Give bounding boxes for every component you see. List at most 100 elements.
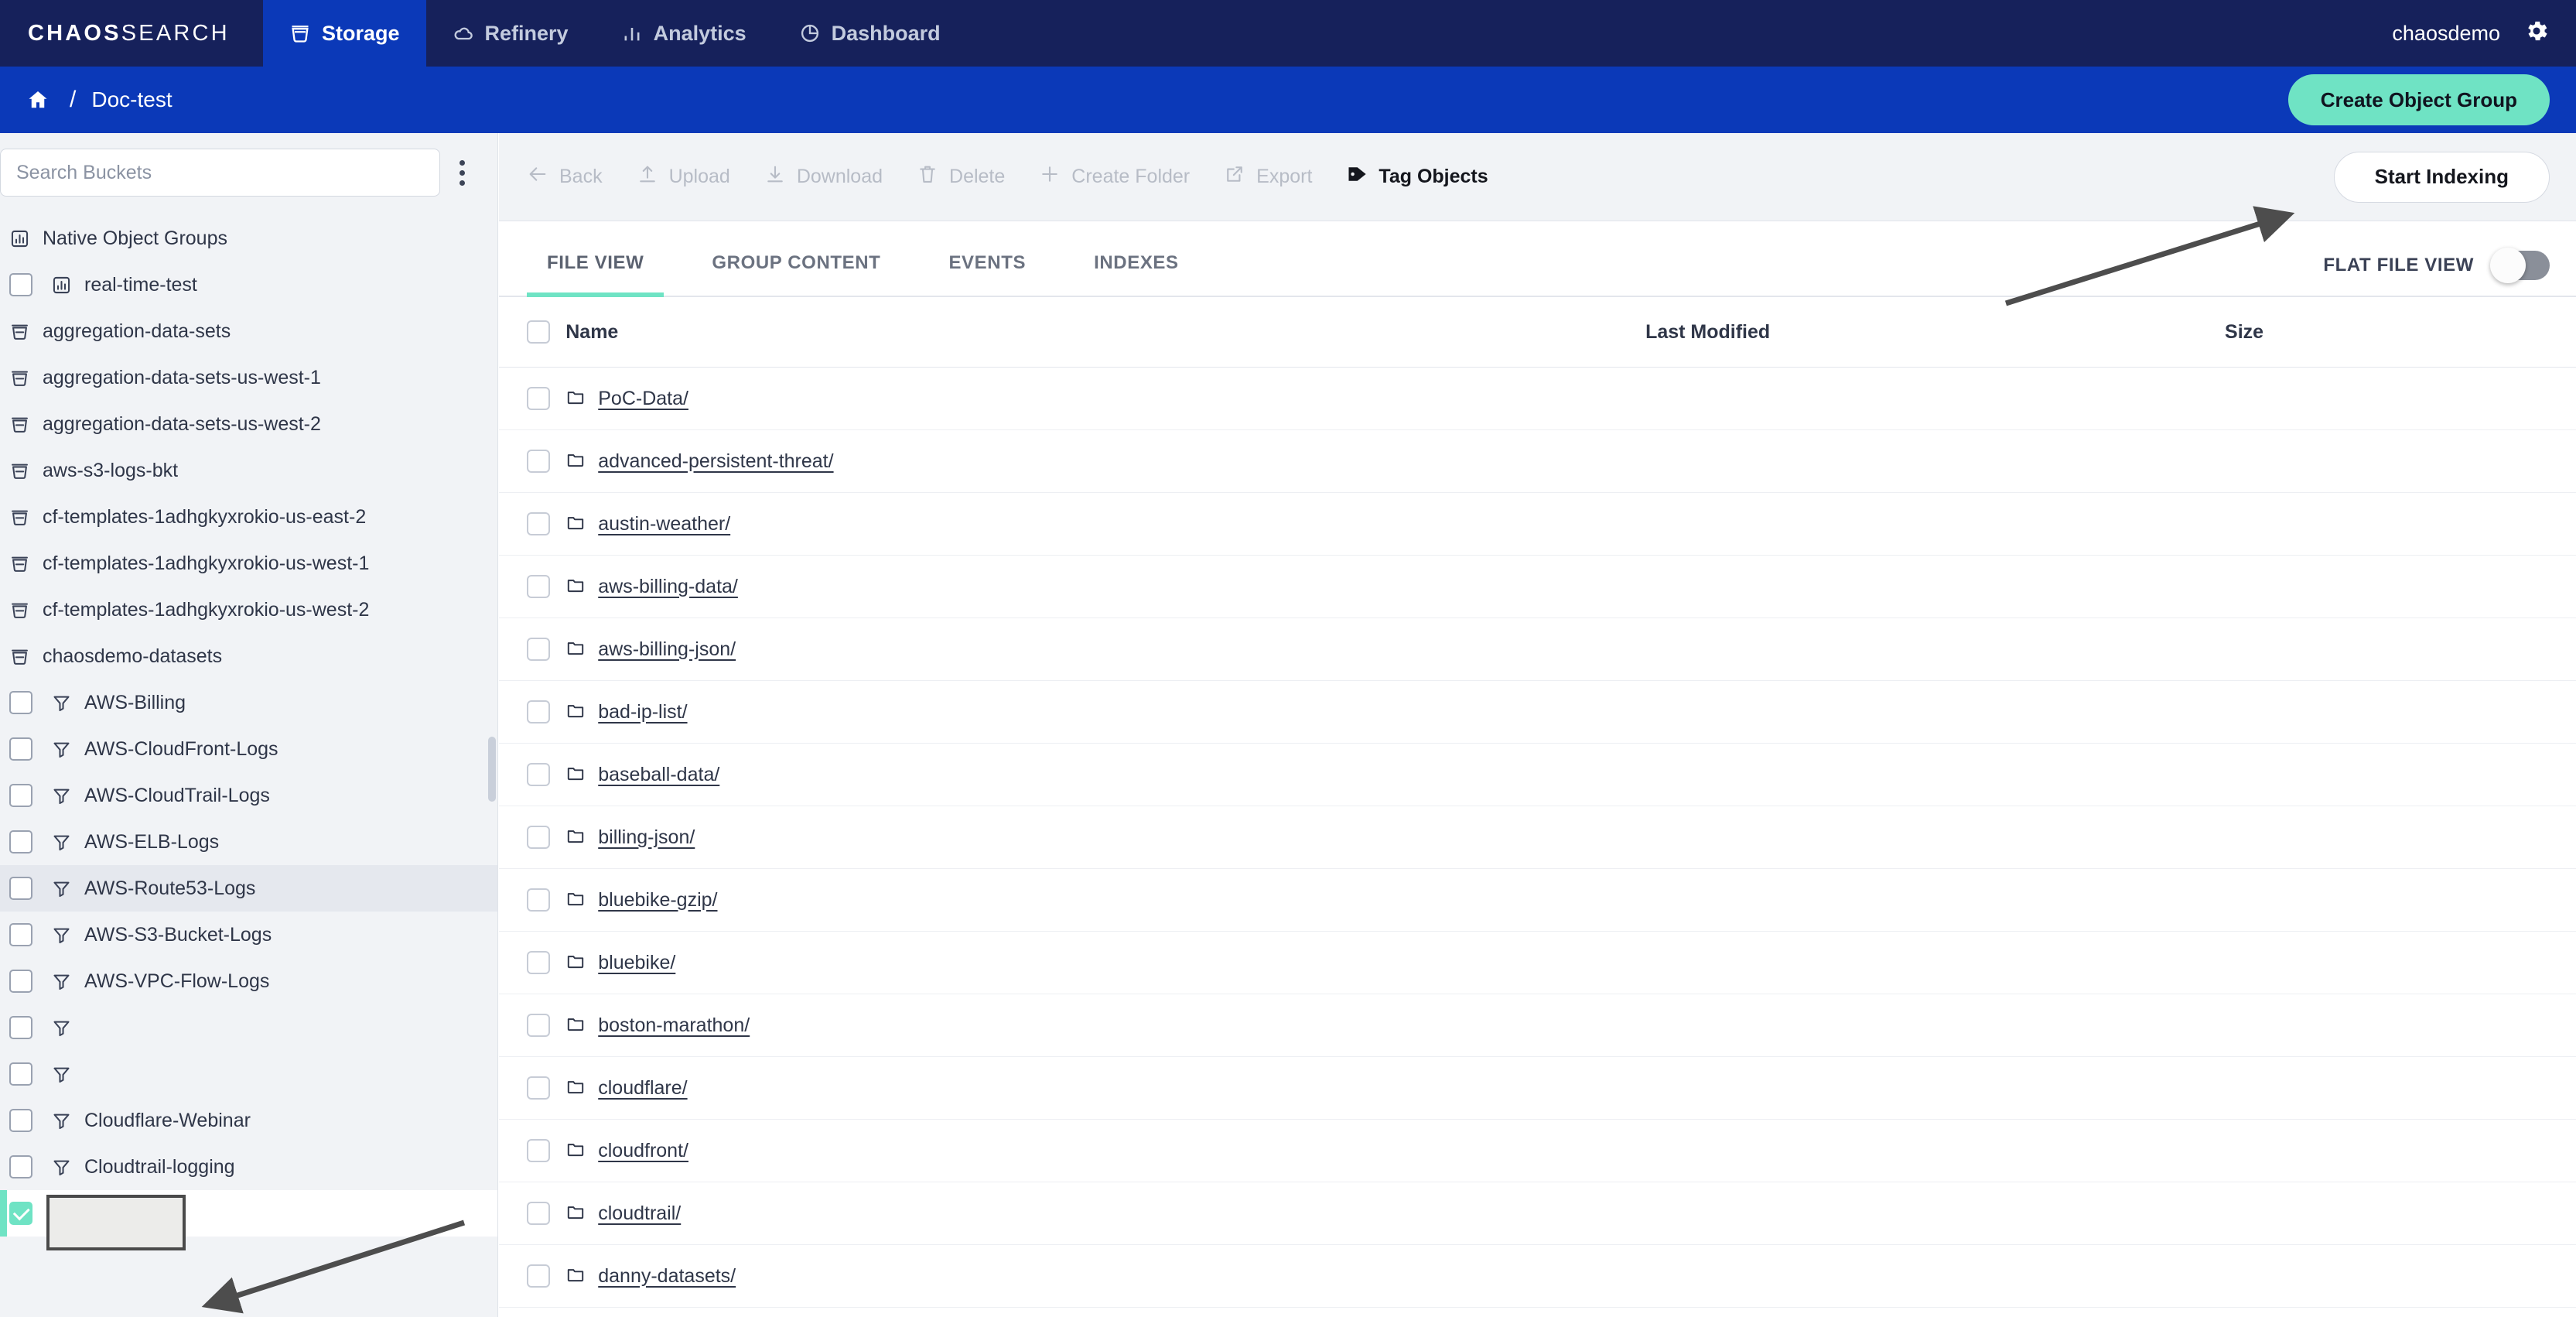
sidebar-item-cf-templates-1adhgkyxrokio-us-east-2[interactable]: cf-templates-1adhgkyxrokio-us-east-2 xyxy=(0,494,497,540)
sidebar-item-cf-templates-1adhgkyxrokio-us-west-2[interactable]: cf-templates-1adhgkyxrokio-us-west-2 xyxy=(0,587,497,633)
table-row[interactable]: bluebike/ xyxy=(499,931,2576,994)
sidebar-item-checkbox[interactable] xyxy=(9,1202,32,1225)
folder-link[interactable]: cloudtrail/ xyxy=(598,1202,681,1225)
sidebar-item-aws-elb-logs[interactable]: AWS-ELB-Logs xyxy=(0,819,497,865)
home-icon[interactable] xyxy=(26,88,50,111)
sidebar-item-checkbox[interactable] xyxy=(9,737,32,761)
table-row[interactable]: aws-billing-json/ xyxy=(499,617,2576,681)
row-checkbox[interactable] xyxy=(527,512,550,535)
table-row[interactable]: aws-billing-data/ xyxy=(499,555,2576,618)
table-row[interactable]: boston-marathon/ xyxy=(499,994,2576,1057)
sidebar-item-checkbox[interactable] xyxy=(9,1016,32,1039)
more-vertical-icon[interactable] xyxy=(440,159,483,186)
sidebar-item-aws-billing[interactable]: AWS-Billing xyxy=(0,679,497,726)
tab-file-view[interactable]: FILE VIEW xyxy=(527,252,664,297)
table-row[interactable]: baseball-data/ xyxy=(499,743,2576,806)
sidebar-item-checkbox[interactable] xyxy=(9,1062,32,1086)
user-menu[interactable]: chaosdemo xyxy=(2392,0,2576,67)
row-checkbox[interactable] xyxy=(527,638,550,661)
sidebar-item-real-time-test[interactable]: real-time-test xyxy=(0,262,497,308)
table-row[interactable]: bluebike-gzip/ xyxy=(499,868,2576,932)
sidebar-item-checkbox[interactable] xyxy=(9,691,32,714)
folder-link[interactable]: cloudfront/ xyxy=(598,1140,688,1162)
folder-link[interactable]: bluebike/ xyxy=(598,952,675,974)
sidebar-item-chaosdemo-datasets[interactable]: chaosdemo-datasets xyxy=(0,633,497,679)
folder-link[interactable]: boston-marathon/ xyxy=(598,1014,750,1037)
sidebar-item-native-object-groups[interactable]: Native Object Groups xyxy=(0,215,497,262)
sidebar-item-cf-templates-1adhgkyxrokio-us-west-1[interactable]: cf-templates-1adhgkyxrokio-us-west-1 xyxy=(0,540,497,587)
folder-link[interactable]: aws-billing-data/ xyxy=(598,576,738,598)
sidebar-item-aws-s3-logs-bkt[interactable]: aws-s3-logs-bkt xyxy=(0,447,497,494)
nav-item-dashboard[interactable]: Dashboard xyxy=(773,0,967,67)
sidebar-item-checkbox[interactable] xyxy=(9,784,32,807)
folder-link[interactable]: PoC-Data/ xyxy=(598,388,688,410)
sidebar-item-aggregation-data-sets-us-west-2[interactable]: aggregation-data-sets-us-west-2 xyxy=(0,401,497,447)
sidebar-scrollbar[interactable] xyxy=(488,737,496,802)
row-checkbox[interactable] xyxy=(527,763,550,786)
folder-link[interactable]: aws-billing-json/ xyxy=(598,638,736,661)
sidebar-item-aws-cloudfront-logs[interactable]: AWS-CloudFront-Logs xyxy=(0,726,497,772)
folder-link[interactable]: billing-json/ xyxy=(598,826,695,849)
sidebar-item-checkbox[interactable] xyxy=(9,1109,32,1132)
sidebar-item-cloudtrail-logging[interactable]: Cloudtrail-logging xyxy=(0,1144,497,1190)
sidebar-item-cloudflare-webinar[interactable]: Cloudflare-Webinar xyxy=(0,1097,497,1144)
search-buckets-input[interactable] xyxy=(0,149,440,197)
sidebar-item-aggregation-data-sets[interactable]: aggregation-data-sets xyxy=(0,308,497,354)
table-row[interactable]: cloudtrail/ xyxy=(499,1182,2576,1245)
column-header-name[interactable]: Name xyxy=(565,297,1646,368)
sidebar-item-redacted[interactable] xyxy=(0,1004,497,1051)
app-logo[interactable]: CHAOS SEARCH xyxy=(0,0,263,67)
tab-events[interactable]: EVENTS xyxy=(928,252,1046,297)
row-checkbox[interactable] xyxy=(527,700,550,723)
sidebar-item-checkbox[interactable] xyxy=(9,923,32,946)
row-checkbox[interactable] xyxy=(527,387,550,410)
tag-objects-button[interactable]: Tag Objects xyxy=(1346,163,1488,190)
column-header-last-modified[interactable]: Last Modified xyxy=(1645,297,2226,368)
table-row[interactable]: cloudfront/ xyxy=(499,1119,2576,1182)
row-checkbox[interactable] xyxy=(527,575,550,598)
tab-indexes[interactable]: INDEXES xyxy=(1074,252,1199,297)
table-row[interactable]: PoC-Data/ xyxy=(499,367,2576,430)
row-checkbox[interactable] xyxy=(527,1264,550,1288)
table-row[interactable]: austin-weather/ xyxy=(499,492,2576,556)
row-checkbox[interactable] xyxy=(527,1014,550,1037)
sidebar-item-aws-cloudtrail-logs[interactable]: AWS-CloudTrail-Logs xyxy=(0,772,497,819)
table-row[interactable]: advanced-persistent-threat/ xyxy=(499,429,2576,493)
flat-file-view-toggle[interactable] xyxy=(2490,248,2550,283)
row-checkbox[interactable] xyxy=(527,826,550,849)
breadcrumb-current[interactable]: Doc-test xyxy=(91,87,172,112)
row-checkbox[interactable] xyxy=(527,951,550,974)
nav-item-analytics[interactable]: Analytics xyxy=(595,0,773,67)
nav-item-refinery[interactable]: Refinery xyxy=(426,0,595,67)
row-checkbox[interactable] xyxy=(527,1139,550,1162)
sidebar-item-checkbox[interactable] xyxy=(9,273,32,296)
folder-link[interactable]: bad-ip-list/ xyxy=(598,701,687,723)
tab-group-content[interactable]: GROUP CONTENT xyxy=(692,252,900,297)
folder-link[interactable]: danny-datasets/ xyxy=(598,1265,736,1288)
table-row[interactable]: danny-datasets/ xyxy=(499,1244,2576,1308)
folder-link[interactable]: austin-weather/ xyxy=(598,513,730,535)
sidebar-item-aws-route53-logs[interactable]: AWS-Route53-Logs xyxy=(0,865,497,912)
row-checkbox[interactable] xyxy=(527,1076,550,1100)
sidebar-item-checkbox[interactable] xyxy=(9,830,32,853)
table-row[interactable]: bad-ip-list/ xyxy=(499,680,2576,744)
folder-link[interactable]: baseball-data/ xyxy=(598,764,719,786)
row-checkbox[interactable] xyxy=(527,1202,550,1225)
sidebar-item-checkbox[interactable] xyxy=(9,877,32,900)
start-indexing-button[interactable]: Start Indexing xyxy=(2333,151,2550,203)
select-all-checkbox[interactable] xyxy=(527,320,550,344)
nav-item-storage[interactable]: Storage xyxy=(263,0,426,67)
folder-link[interactable]: bluebike-gzip/ xyxy=(598,889,717,912)
table-row[interactable]: billing-json/ xyxy=(499,806,2576,869)
sidebar-item-checkbox[interactable] xyxy=(9,970,32,993)
column-header-size[interactable]: Size xyxy=(2225,297,2576,368)
table-row[interactable]: cloudflare/ xyxy=(499,1056,2576,1120)
sidebar-item-aws-s3-bucket-logs[interactable]: AWS-S3-Bucket-Logs xyxy=(0,912,497,958)
sidebar-item-aggregation-data-sets-us-west-1[interactable]: aggregation-data-sets-us-west-1 xyxy=(0,354,497,401)
row-checkbox[interactable] xyxy=(527,888,550,912)
create-object-group-button[interactable]: Create Object Group xyxy=(2287,74,2550,125)
sidebar-item-aws-vpc-flow-logs[interactable]: AWS-VPC-Flow-Logs xyxy=(0,958,497,1004)
gear-icon[interactable] xyxy=(2523,18,2550,50)
row-checkbox[interactable] xyxy=(527,450,550,473)
sidebar-item-checkbox[interactable] xyxy=(9,1155,32,1178)
